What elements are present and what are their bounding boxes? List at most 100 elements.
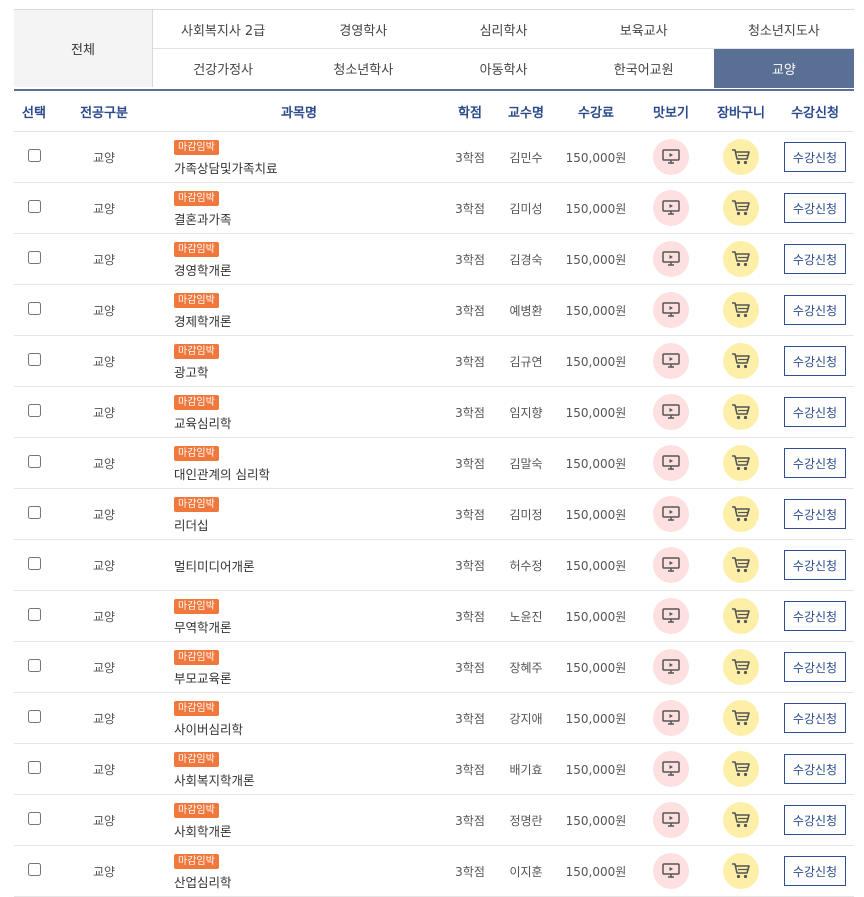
apply-button[interactable]: 수강신청	[784, 142, 846, 172]
add-to-cart-button[interactable]	[723, 241, 759, 277]
preview-button[interactable]	[653, 445, 689, 481]
preview-button[interactable]	[653, 190, 689, 226]
add-to-cart-button[interactable]	[723, 394, 759, 430]
add-to-cart-button[interactable]	[723, 343, 759, 379]
row-course-title[interactable]: 산업심리학	[174, 872, 444, 891]
apply-button[interactable]: 수강신청	[784, 193, 846, 223]
tab-row2-3[interactable]: 한국어교원	[573, 49, 714, 88]
row-course-title[interactable]: 광고학	[174, 362, 444, 381]
row-course-title[interactable]: 경제학개론	[174, 311, 444, 330]
row-select-cell	[14, 743, 54, 795]
row-course-title[interactable]: 경영학개론	[174, 260, 444, 279]
tab-row1-3[interactable]: 보육교사	[573, 10, 714, 49]
apply-button[interactable]: 수강신청	[784, 856, 846, 886]
tab-row2-0[interactable]: 건강가정사	[153, 49, 294, 88]
row-course-title[interactable]: 멀티미디어개론	[174, 556, 444, 575]
row-checkbox[interactable]	[27, 455, 41, 468]
row-checkbox[interactable]	[27, 404, 41, 417]
apply-button[interactable]: 수강신청	[784, 448, 846, 478]
row-course-title[interactable]: 가족상담및가족치료	[174, 158, 444, 177]
preview-button[interactable]	[653, 700, 689, 736]
add-to-cart-button[interactable]	[723, 139, 759, 175]
preview-button[interactable]	[653, 751, 689, 787]
preview-button[interactable]	[653, 496, 689, 532]
row-checkbox[interactable]	[27, 659, 41, 672]
apply-button[interactable]: 수강신청	[784, 652, 846, 682]
tab-row1-2[interactable]: 심리학사	[433, 10, 574, 49]
row-course-title[interactable]: 결혼과가족	[174, 209, 444, 228]
preview-button[interactable]	[653, 292, 689, 328]
header-professor: 교수명	[496, 91, 556, 132]
tab-all[interactable]: 전체	[14, 9, 153, 87]
tab-row1-1[interactable]: 경영학사	[293, 10, 434, 49]
row-fee: 150,000원	[556, 845, 636, 897]
row-checkbox[interactable]	[27, 251, 41, 264]
row-professor: 정명란	[496, 794, 556, 846]
apply-button[interactable]: 수강신청	[784, 754, 846, 784]
tab-row1-0[interactable]: 사회복지사 2급	[153, 10, 294, 49]
apply-button[interactable]: 수강신청	[784, 499, 846, 529]
add-to-cart-button[interactable]	[723, 547, 759, 583]
add-to-cart-button[interactable]	[723, 853, 759, 889]
row-credit: 3학점	[444, 437, 496, 489]
apply-button[interactable]: 수강신청	[784, 703, 846, 733]
preview-button[interactable]	[653, 394, 689, 430]
add-to-cart-button[interactable]	[723, 751, 759, 787]
preview-button[interactable]	[653, 241, 689, 277]
row-checkbox[interactable]	[27, 812, 41, 825]
row-checkbox[interactable]	[27, 710, 41, 723]
tab-row2-2[interactable]: 아동학사	[433, 49, 574, 88]
apply-button[interactable]: 수강신청	[784, 397, 846, 427]
row-professor: 허수정	[496, 539, 556, 591]
row-course-title[interactable]: 무역학개론	[174, 617, 444, 636]
preview-button[interactable]	[653, 343, 689, 379]
preview-button[interactable]	[653, 649, 689, 685]
add-to-cart-button[interactable]	[723, 445, 759, 481]
add-to-cart-button[interactable]	[723, 802, 759, 838]
apply-button[interactable]: 수강신청	[784, 244, 846, 274]
row-course-title[interactable]: 사회복지학개론	[174, 770, 444, 789]
preview-button[interactable]	[653, 802, 689, 838]
apply-button[interactable]: 수강신청	[784, 295, 846, 325]
preview-button[interactable]	[653, 547, 689, 583]
add-to-cart-button[interactable]	[723, 649, 759, 685]
apply-button[interactable]: 수강신청	[784, 805, 846, 835]
row-course-title[interactable]: 사이버심리학	[174, 719, 444, 738]
row-checkbox[interactable]	[27, 353, 41, 366]
row-course-title[interactable]: 사회학개론	[174, 821, 444, 840]
row-checkbox[interactable]	[27, 557, 41, 570]
preview-button[interactable]	[653, 139, 689, 175]
add-to-cart-button[interactable]	[723, 190, 759, 226]
tab-row2-1[interactable]: 청소년학사	[293, 49, 434, 88]
apply-button[interactable]: 수강신청	[784, 346, 846, 376]
row-checkbox[interactable]	[27, 149, 41, 162]
header-fee: 수강료	[556, 91, 636, 132]
add-to-cart-button[interactable]	[723, 496, 759, 532]
row-fee: 150,000원	[556, 539, 636, 591]
row-course-title[interactable]: 대인관계의 심리학	[174, 464, 444, 483]
row-checkbox[interactable]	[27, 302, 41, 315]
row-credit: 3학점	[444, 794, 496, 846]
add-to-cart-button[interactable]	[723, 700, 759, 736]
tab-row2-4[interactable]: 교양	[713, 49, 854, 88]
row-course-title[interactable]: 리더십	[174, 515, 444, 534]
row-course-title[interactable]: 교육심리학	[174, 413, 444, 432]
preview-button[interactable]	[653, 598, 689, 634]
row-course-title[interactable]: 부모교육론	[174, 668, 444, 687]
row-checkbox[interactable]	[27, 506, 41, 519]
row-cart-cell	[706, 845, 776, 897]
row-fee: 150,000원	[556, 590, 636, 642]
tab-row1-4[interactable]: 청소년지도사	[713, 10, 854, 49]
row-checkbox[interactable]	[27, 608, 41, 621]
deadline-badge: 마감임박	[174, 343, 219, 359]
row-checkbox[interactable]	[27, 200, 41, 213]
table-row: 교양 마감임박 산업심리학 3학점 이지훈 150,000원 수강신청	[14, 845, 854, 897]
row-checkbox[interactable]	[27, 761, 41, 774]
row-select-cell	[14, 488, 54, 540]
add-to-cart-button[interactable]	[723, 292, 759, 328]
apply-button[interactable]: 수강신청	[784, 601, 846, 631]
apply-button[interactable]: 수강신청	[784, 550, 846, 580]
add-to-cart-button[interactable]	[723, 598, 759, 634]
row-checkbox[interactable]	[27, 863, 41, 876]
preview-button[interactable]	[653, 853, 689, 889]
